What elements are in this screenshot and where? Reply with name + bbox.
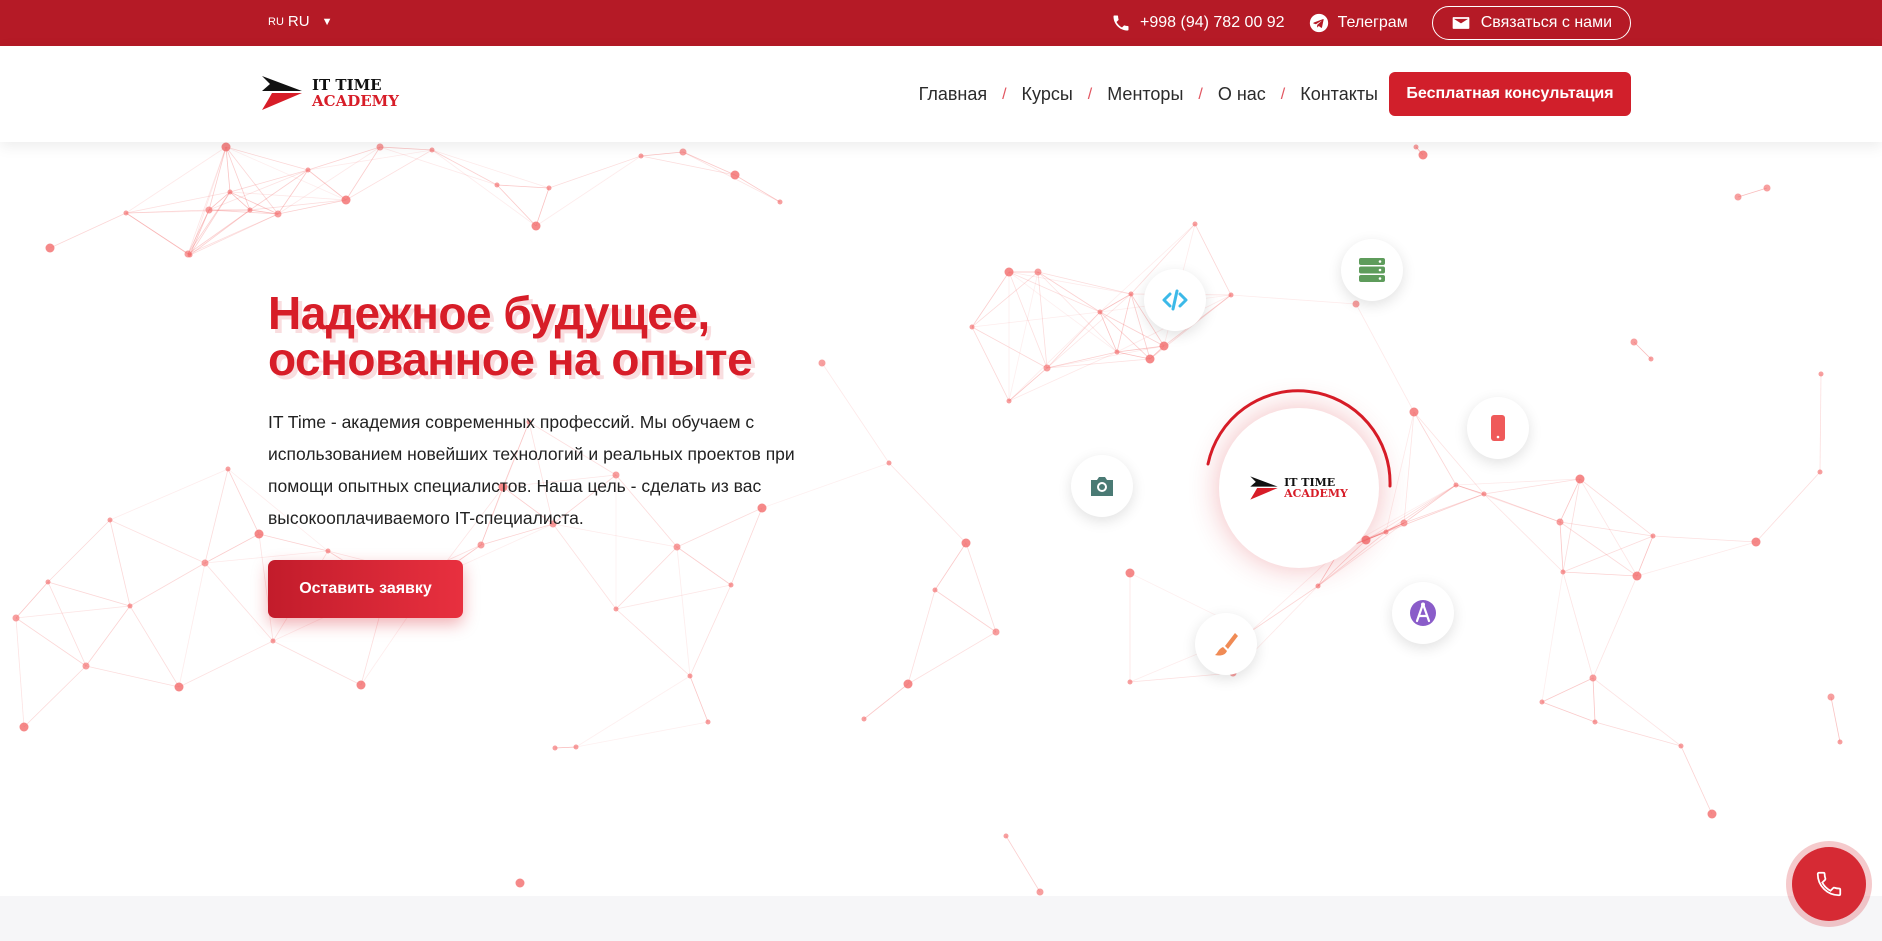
nav-item-home[interactable]: Главная [919, 84, 988, 105]
mail-icon [1452, 17, 1470, 29]
phone-icon [1113, 15, 1129, 31]
main-nav: Главная / Курсы / Менторы / О нас / Конт… [919, 84, 1378, 105]
hero-title: Надежное будущее, основанное на опыте [268, 287, 753, 385]
logo-text: IT TIME ACADEMY [312, 77, 399, 109]
chevron-down-icon: ▼ [321, 15, 333, 28]
leave-request-button[interactable]: Оставить заявку [268, 560, 463, 618]
code-icon [1144, 269, 1206, 331]
nav-separator: / [1087, 85, 1093, 103]
main-header: IT TIME ACADEMY Главная / Курсы / Ментор… [0, 46, 1882, 142]
language-selector[interactable]: RU RU ▼ [268, 13, 332, 30]
logo-line-1: IT TIME [312, 76, 382, 94]
floating-call-button[interactable] [1792, 847, 1866, 921]
contact-us-button[interactable]: Связаться с нами [1431, 6, 1631, 40]
top-bar: RU RU ▼ +998 (94) 782 00 92 Телеграм Свя… [0, 0, 1882, 46]
brush-icon [1195, 613, 1257, 675]
telegram-link[interactable]: Телеграм [1309, 13, 1408, 33]
logo[interactable]: IT TIME ACADEMY [262, 74, 399, 112]
logo-line-2: ACADEMY [312, 92, 399, 110]
phone-link[interactable]: +998 (94) 782 00 92 [1111, 13, 1285, 33]
phone-icon [1816, 871, 1842, 897]
contact-us-label: Связаться с нами [1480, 14, 1612, 31]
design-compass-icon [1392, 582, 1454, 644]
language-label: RU [287, 13, 310, 30]
nav-item-courses[interactable]: Курсы [1022, 84, 1073, 105]
nav-separator: / [1198, 85, 1203, 103]
logo-mark-icon [262, 76, 302, 110]
center-logo-text: IT TIME ACADEMY [1284, 477, 1348, 499]
top-contacts: +998 (94) 782 00 92 Телеграм Связаться с… [1111, 5, 1631, 41]
nav-item-mentors[interactable]: Менторы [1107, 84, 1183, 105]
server-icon [1341, 239, 1403, 301]
language-code: RU [268, 15, 284, 28]
smartphone-icon [1467, 397, 1529, 459]
nav-item-contacts[interactable]: Контакты [1300, 84, 1378, 105]
hero-description: IT Time - академия современных профессий… [268, 412, 795, 528]
hero-title-line-2: основанное на опыте [268, 333, 753, 385]
telegram-label: Телеграм [1337, 14, 1408, 31]
nav-separator: / [1002, 85, 1007, 103]
hero-section: Надежное будущее, основанное на опыте IT… [0, 142, 1882, 896]
logo-mark-icon [1250, 476, 1278, 500]
nav-separator: / [1280, 85, 1286, 103]
center-logo-line-2: ACADEMY [1284, 487, 1348, 500]
next-section-edge [0, 896, 1882, 941]
free-consultation-button[interactable]: Бесплатная консультация [1389, 72, 1631, 116]
camera-icon [1071, 455, 1133, 517]
telegram-icon [1309, 13, 1328, 33]
nav-item-about[interactable]: О нас [1218, 84, 1266, 105]
center-logo-circle: IT TIME ACADEMY [1219, 408, 1379, 568]
hero-title-line-1: Надежное будущее, [268, 287, 710, 339]
phone-number: +998 (94) 782 00 92 [1140, 14, 1285, 31]
